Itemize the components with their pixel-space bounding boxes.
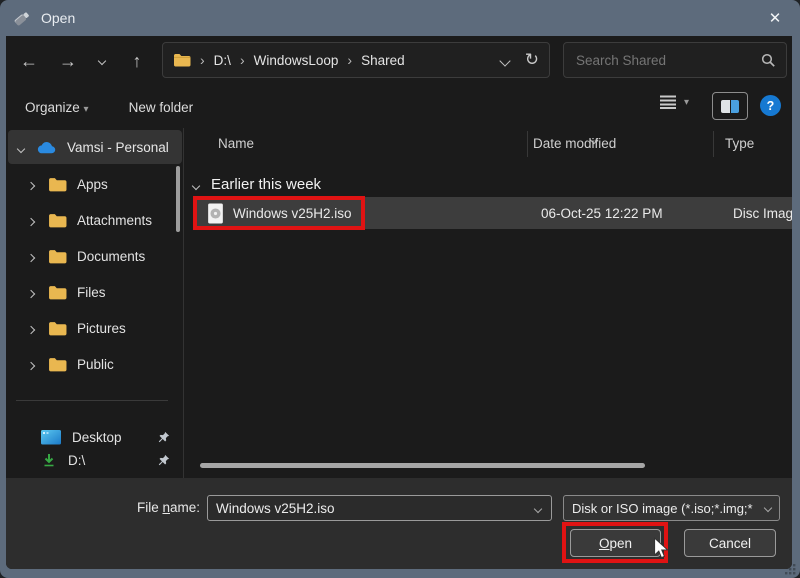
breadcrumb-folder[interactable]: WindowsLoop [254, 53, 339, 68]
file-list: Name Date modified Type Earlier this wee… [185, 128, 792, 478]
folder-icon [49, 321, 67, 335]
green-down-arrow-icon [44, 454, 54, 467]
open-dialog-window: Open ✕ ← → ↑ › D:\ › WindowsLoop › Share… [0, 0, 800, 578]
expand-chevron-icon[interactable] [26, 321, 36, 336]
sidebar-item-label: Pictures [77, 320, 126, 336]
sidebar-scrollbar[interactable] [176, 166, 180, 232]
expand-chevron-icon[interactable] [26, 249, 36, 264]
annotation-box-file [193, 196, 365, 230]
usb-drive-icon [9, 5, 34, 30]
column-divider[interactable] [527, 131, 528, 157]
breadcrumb-current[interactable]: Shared [361, 53, 405, 68]
navigation-bar: ← → ↑ › D:\ › WindowsLoop › Shared ↻ [6, 36, 792, 86]
preview-pane-toggle[interactable] [712, 92, 748, 120]
refresh-icon[interactable]: ↻ [525, 50, 539, 70]
breadcrumb-separator: › [347, 52, 353, 68]
horizontal-scrollbar[interactable] [200, 463, 645, 468]
sidebar-item-drive-d[interactable]: D:\ [6, 442, 184, 478]
column-header-date-modified[interactable]: Date modified [533, 128, 616, 160]
file-name-dropdown-chevron-icon[interactable] [533, 499, 543, 517]
folder-icon [49, 285, 67, 299]
back-icon[interactable]: ← [16, 36, 42, 86]
sidebar-item-files[interactable]: Files [6, 274, 184, 310]
column-divider[interactable] [713, 131, 714, 157]
group-header[interactable]: Earlier this week [191, 172, 322, 196]
folder-icon [174, 54, 191, 67]
pin-icon [158, 454, 170, 465]
sidebar-item-label: Documents [77, 248, 146, 264]
sidebar-item-attachments[interactable]: Attachments [6, 202, 184, 238]
search-box[interactable] [563, 42, 787, 78]
forward-icon[interactable]: → [55, 36, 81, 86]
column-header-name[interactable]: Name [218, 128, 254, 160]
sidebar-item-label: Attachments [77, 212, 153, 228]
sidebar-item-label: Apps [77, 176, 108, 192]
breadcrumb-separator: › [200, 52, 205, 68]
folder-icon [49, 249, 67, 263]
group-label: Earlier this week [211, 175, 322, 193]
command-bar: Organize ▾ New folder ▾ ? [6, 86, 792, 128]
expand-chevron-icon[interactable] [26, 213, 36, 228]
file-name-label: File name: [136, 500, 200, 515]
recent-locations-chevron-icon[interactable] [89, 36, 115, 86]
address-dropdown-chevron-icon[interactable] [499, 53, 511, 68]
search-icon [761, 53, 775, 67]
onedrive-cloud-icon [37, 142, 56, 154]
file-type: Disc Image F [733, 205, 792, 221]
new-folder-button[interactable]: New folder [129, 100, 194, 115]
sidebar-item-onedrive-root[interactable]: Vamsi - Personal [8, 130, 182, 164]
list-view-icon [660, 95, 676, 109]
sidebar-item-label: D:\ [68, 452, 86, 468]
sidebar-item-documents[interactable]: Documents [6, 238, 184, 274]
sidebar-item-apps[interactable]: Apps [6, 166, 184, 202]
expand-chevron-icon[interactable] [26, 285, 36, 300]
sidebar-item-public[interactable]: Public [6, 346, 184, 382]
close-icon[interactable]: ✕ [762, 6, 788, 30]
column-header-type[interactable]: Type [725, 128, 754, 160]
dialog-body: ← → ↑ › D:\ › WindowsLoop › Shared ↻ Sea… [6, 36, 792, 569]
navigation-pane: Vamsi - Personal Apps Attachments Docume… [6, 128, 184, 478]
file-type-chevron-icon [763, 503, 773, 513]
title-bar: Open ✕ [0, 0, 800, 36]
expand-chevron-icon[interactable] [26, 357, 36, 372]
collapse-chevron-icon[interactable] [16, 140, 26, 155]
resize-grip[interactable] [784, 563, 797, 576]
breadcrumb-separator: › [239, 52, 245, 68]
up-icon[interactable]: ↑ [124, 36, 150, 86]
address-bar[interactable]: › D:\ › WindowsLoop › Shared ↻ [162, 42, 550, 78]
sidebar-separator [16, 400, 168, 401]
cancel-button[interactable]: Cancel [684, 529, 776, 557]
file-name-combobox[interactable] [207, 495, 552, 521]
sidebar-item-label: Public [77, 356, 114, 372]
file-type-value: Disk or ISO image (*.iso;*.img;* [572, 500, 753, 516]
sidebar-item-pictures[interactable]: Pictures [6, 310, 184, 346]
folder-icon [49, 177, 67, 191]
sidebar-item-label: Vamsi - Personal [67, 139, 169, 155]
search-input[interactable] [574, 51, 761, 69]
preview-pane-icon [721, 99, 739, 113]
folder-icon [49, 357, 67, 371]
sidebar-item-label: Files [77, 284, 106, 300]
dialog-footer: File name: Disk or ISO image (*.iso;*.im… [6, 478, 792, 569]
group-collapse-chevron-icon[interactable] [191, 176, 201, 193]
window-title: Open [41, 10, 76, 26]
folder-icon [49, 213, 67, 227]
organize-button[interactable]: Organize ▾ [25, 100, 89, 115]
mouse-cursor [654, 537, 669, 559]
help-icon[interactable]: ? [760, 95, 781, 116]
file-type-dropdown[interactable]: Disk or ISO image (*.iso;*.img;* [563, 495, 780, 521]
views-caret-icon: ▾ [684, 96, 690, 108]
file-name-input[interactable] [208, 499, 535, 517]
views-button[interactable]: ▾ [658, 94, 689, 110]
organize-caret-icon: ▾ [83, 103, 89, 115]
file-date-modified: 06-Oct-25 12:22 PM [541, 205, 663, 221]
breadcrumb-drive[interactable]: D:\ [214, 53, 231, 68]
expand-chevron-icon[interactable] [26, 177, 36, 192]
